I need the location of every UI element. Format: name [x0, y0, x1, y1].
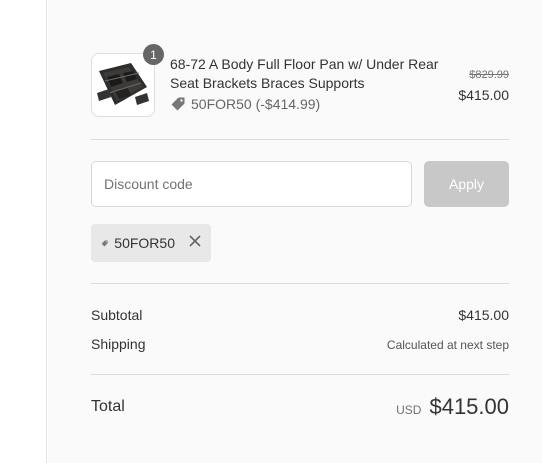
product-title: 68-72 A Body Full Floor Pan w/ Under Rea…	[170, 56, 439, 91]
shipping-row: Shipping Calculated at next step	[91, 336, 509, 352]
shipping-label: Shipping	[91, 336, 146, 352]
applied-discount-code: 50FOR50	[114, 235, 175, 251]
total-amount: USD $415.00	[396, 394, 509, 420]
remove-discount-icon[interactable]	[189, 235, 201, 251]
subtotal-value: $415.00	[458, 307, 509, 323]
discount-code-input[interactable]	[91, 161, 412, 207]
total-row: Total USD $415.00	[91, 394, 509, 420]
divider	[91, 139, 509, 140]
floor-pan-image-icon	[97, 63, 149, 105]
product-thumbnail-wrap: 1	[91, 44, 164, 117]
product-price: $415.00	[458, 87, 509, 103]
quantity-badge: 1	[143, 44, 164, 65]
apply-button[interactable]: Apply	[424, 161, 509, 207]
shipping-value: Calculated at next step	[386, 338, 509, 352]
subtotal-label: Subtotal	[91, 307, 143, 323]
original-price: $829.99	[469, 69, 509, 81]
divider	[91, 374, 509, 375]
divider	[91, 283, 509, 284]
subtotal-row: Subtotal $415.00	[91, 307, 509, 323]
tag-icon	[101, 240, 108, 246]
close-icon	[189, 235, 201, 247]
product-thumbnail	[91, 53, 155, 117]
product-discount: 50FOR50 (-$414.99)	[170, 96, 320, 112]
main-content-edge	[0, 0, 47, 463]
tag-icon	[171, 97, 185, 111]
applied-discount-tag: 50FOR50	[91, 224, 211, 262]
product-discount-label: 50FOR50 (-$414.99)	[191, 96, 321, 112]
total-label: Total	[91, 398, 125, 415]
currency-code: USD	[396, 403, 422, 417]
line-item: 1 68-72 A Body Full Floor Pan w/ Under R…	[91, 44, 509, 117]
order-summary: 1 68-72 A Body Full Floor Pan w/ Under R…	[48, 0, 542, 463]
total-value: $415.00	[429, 394, 509, 419]
discount-form: Apply	[91, 161, 509, 207]
